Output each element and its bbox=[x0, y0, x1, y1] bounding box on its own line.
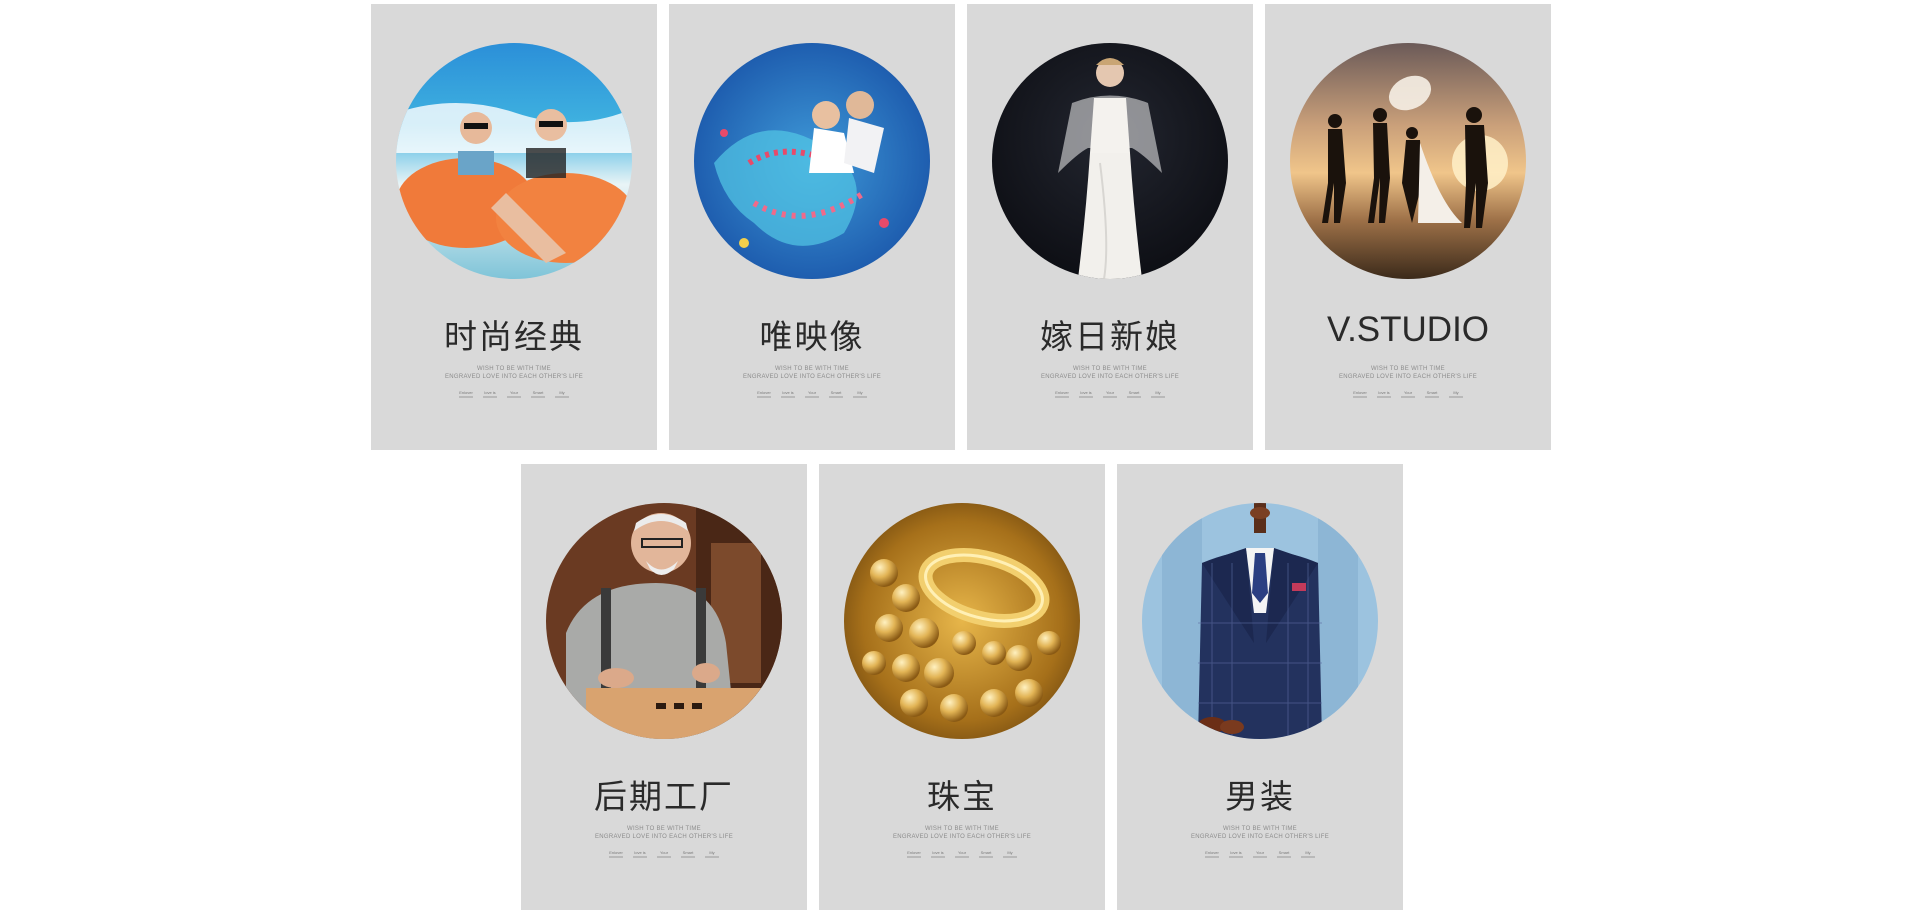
card-subtitle-line1: WISH TO BE WITH TIME bbox=[626, 826, 701, 832]
card-subtitle-line2: ENGRAVED LOVE INTO EACH OTHER'S LIFE bbox=[444, 374, 584, 380]
card-subtitle-line1: WISH TO BE WITH TIME bbox=[1222, 826, 1297, 832]
card-title: 男装 bbox=[1225, 777, 1295, 816]
category-card-bride[interactable]: 嫁日新娘 WISH TO BE WITH TIME ENGRAVED LOVE … bbox=[967, 4, 1253, 450]
card-subtitle-line2: ENGRAVED LOVE INTO EACH OTHER'S LIFE bbox=[1040, 374, 1180, 380]
card-title: 嫁日新娘 bbox=[1040, 317, 1180, 356]
card-meta: Enlover love is Your Smart My bbox=[819, 850, 1105, 858]
card-title: 珠宝 bbox=[927, 777, 997, 816]
gold-jewelry-photo bbox=[844, 503, 1080, 739]
card-title: V.STUDIO bbox=[1326, 310, 1490, 349]
category-card-fashion-classic[interactable]: 时尚经典 WISH TO BE WITH TIME ENGRAVED LOVE … bbox=[371, 4, 657, 450]
card-title: 唯映像 bbox=[759, 317, 865, 356]
card-subtitle-line1: WISH TO BE WITH TIME bbox=[924, 826, 999, 832]
category-grid: 时尚经典 WISH TO BE WITH TIME ENGRAVED LOVE … bbox=[0, 0, 1920, 910]
bride-dress-photo bbox=[992, 43, 1228, 279]
category-card-v-studio[interactable]: V.STUDIO WISH TO BE WITH TIME ENGRAVED L… bbox=[1265, 4, 1551, 450]
category-card-jewelry[interactable]: 珠宝 WISH TO BE WITH TIME ENGRAVED LOVE IN… bbox=[819, 464, 1105, 910]
studio-sunset-photo bbox=[1290, 43, 1526, 279]
category-card-vision-image[interactable]: 唯映像 WISH TO BE WITH TIME ENGRAVED LOVE I… bbox=[669, 4, 955, 450]
card-title: 后期工厂 bbox=[594, 777, 734, 816]
card-subtitle-line2: ENGRAVED LOVE INTO EACH OTHER'S LIFE bbox=[742, 374, 882, 380]
card-subtitle-line1: WISH TO BE WITH TIME bbox=[774, 366, 849, 372]
card-subtitle-line1: WISH TO BE WITH TIME bbox=[476, 366, 551, 372]
card-subtitle-line1: WISH TO BE WITH TIME bbox=[1370, 366, 1445, 372]
card-meta: Enlover love is Your Smart My bbox=[669, 390, 955, 398]
underwater-couple-photo bbox=[694, 43, 930, 279]
menswear-suit-photo bbox=[1142, 503, 1378, 739]
card-subtitle-line2: ENGRAVED LOVE INTO EACH OTHER'S LIFE bbox=[1190, 834, 1330, 840]
card-title: 时尚经典 bbox=[444, 317, 584, 356]
category-card-menswear[interactable]: 男装 WISH TO BE WITH TIME ENGRAVED LOVE IN… bbox=[1117, 464, 1403, 910]
card-subtitle-line2: ENGRAVED LOVE INTO EACH OTHER'S LIFE bbox=[594, 834, 734, 840]
card-meta: Enlover love is Your Smart My bbox=[967, 390, 1253, 398]
card-subtitle-line2: ENGRAVED LOVE INTO EACH OTHER'S LIFE bbox=[892, 834, 1032, 840]
card-meta: Enlover love is Your Smart My bbox=[521, 850, 807, 858]
card-meta: Enlover love is Your Smart My bbox=[1265, 390, 1551, 398]
card-meta: Enlover love is Your Smart My bbox=[1117, 850, 1403, 858]
card-subtitle-line1: WISH TO BE WITH TIME bbox=[1072, 366, 1147, 372]
craftsman-photo bbox=[546, 503, 782, 739]
card-subtitle-line2: ENGRAVED LOVE INTO EACH OTHER'S LIFE bbox=[1338, 374, 1478, 380]
category-card-post-production[interactable]: 后期工厂 WISH TO BE WITH TIME ENGRAVED LOVE … bbox=[521, 464, 807, 910]
card-meta: Enlover love is Your Smart My bbox=[371, 390, 657, 398]
beach-couple-photo bbox=[396, 43, 632, 279]
